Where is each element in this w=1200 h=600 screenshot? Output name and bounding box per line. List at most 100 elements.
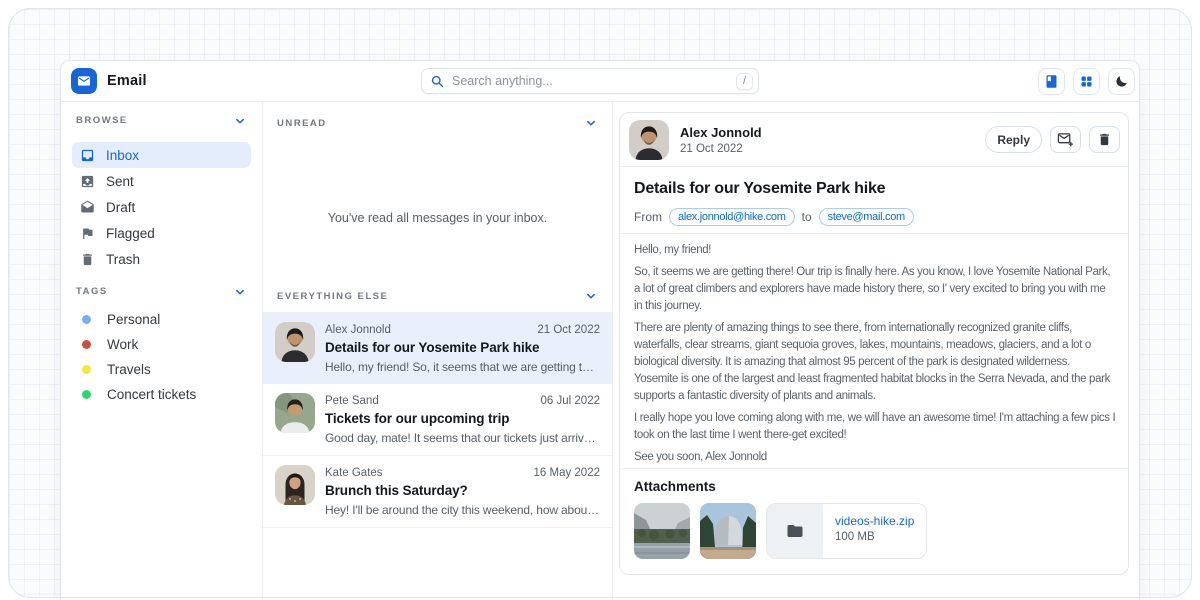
sidebar-item-label: Inbox (106, 148, 139, 163)
email-sender: Pete Sand (325, 395, 379, 407)
chevron-down-icon[interactable] (233, 285, 247, 299)
avatar (629, 120, 669, 160)
email-item-content: Kate Gates 16 May 2022 Brunch this Satur… (325, 465, 600, 527)
notebook-button[interactable] (1038, 68, 1065, 95)
everything-else-section-header[interactable]: EVERYTHING ELSE (263, 277, 612, 312)
main-area: BROWSE Inbox Sent (61, 102, 1139, 600)
avatar (275, 322, 315, 362)
email-app-window: Email Search anything... / (60, 60, 1140, 600)
mail-date: 21 Oct 2022 (680, 143, 762, 155)
sidebar-item-sent[interactable]: Sent (72, 168, 251, 194)
tag-dot (82, 365, 91, 374)
tags-section-header[interactable]: TAGS (72, 285, 251, 298)
email-snippet: Hello, my friend! So, it seems that we a… (325, 360, 600, 374)
mail-body: Hello, my friend! So, it seems we are ge… (620, 234, 1128, 468)
email-date: 16 May 2022 (534, 467, 601, 479)
sender-name: Alex Jonnold (680, 125, 762, 140)
email-sender: Kate Gates (325, 467, 383, 479)
tag-label: Travels (107, 362, 151, 377)
email-subject: Tickets for our upcoming trip (325, 411, 600, 426)
tag-item-travels[interactable]: Travels (72, 357, 251, 382)
attachment-photo-valley[interactable] (634, 503, 690, 559)
sidebar-item-inbox[interactable]: Inbox (72, 142, 251, 168)
dark-mode-button[interactable] (1108, 68, 1135, 95)
tag-item-personal[interactable]: Personal (72, 307, 251, 332)
folder-nav: Inbox Sent Draft (72, 142, 251, 272)
tag-dot (82, 315, 91, 324)
browse-section-header[interactable]: BROWSE (72, 114, 251, 127)
flag-icon (80, 226, 95, 241)
avatar (275, 465, 315, 505)
file-meta: videos-hike.zip 100 MB (823, 504, 926, 558)
empty-inbox-message: You've read all messages in your inbox. (263, 136, 612, 277)
mail-title-section: Details for our Yosemite Park hike From … (620, 167, 1128, 233)
chevron-down-icon[interactable] (584, 289, 598, 303)
mail-detail-card: Alex Jonnold 21 Oct 2022 Reply (619, 112, 1129, 575)
email-item-content: Pete Sand 06 Jul 2022 Tickets for our up… (325, 393, 600, 455)
apps-button[interactable] (1073, 68, 1100, 95)
mail-plus-icon (1057, 131, 1074, 148)
email-item-content: Alex Jonnold 21 Oct 2022 Details for our… (325, 322, 600, 383)
mail-detail-header: Alex Jonnold 21 Oct 2022 Reply (620, 113, 1128, 166)
mail-paragraph: I really hope you love coming along with… (634, 410, 1116, 444)
sidebar-item-draft[interactable]: Draft (72, 194, 251, 220)
mail-actions: Reply (985, 126, 1120, 153)
mail-subject-title: Details for our Yosemite Park hike (634, 180, 1114, 198)
email-date: 21 Oct 2022 (537, 324, 600, 336)
topbar-actions (1038, 68, 1135, 95)
app-title: Email (107, 73, 147, 89)
email-snippet: Hey! I'll be around the city this weeken… (325, 503, 600, 517)
from-email-chip[interactable]: alex.jonnold@hike.com (669, 208, 795, 226)
search-input[interactable]: Search anything... / (421, 68, 759, 94)
mail-paragraph: Hello, my friend! (634, 242, 1116, 259)
from-to-row: From alex.jonnold@hike.com to steve@mail… (634, 208, 1114, 226)
notebook-icon (1044, 74, 1059, 89)
sidebar-item-trash[interactable]: Trash (72, 246, 251, 272)
folder-icon (786, 522, 804, 540)
file-size: 100 MB (835, 531, 914, 543)
delete-button[interactable] (1089, 126, 1120, 153)
tag-dot (82, 390, 91, 399)
apps-grid-icon (1079, 74, 1094, 89)
sidebar-item-label: Sent (106, 174, 134, 189)
tag-list: Personal Work Travels Concert tickets (72, 307, 251, 407)
email-list-item[interactable]: Pete Sand 06 Jul 2022 Tickets for our up… (263, 384, 612, 456)
trash-icon (1097, 132, 1112, 147)
tag-item-concert-tickets[interactable]: Concert tickets (72, 382, 251, 407)
browse-label: BROWSE (76, 115, 128, 126)
email-list-item[interactable]: Kate Gates 16 May 2022 Brunch this Satur… (263, 456, 612, 528)
search-placeholder: Search anything... (452, 74, 729, 88)
reply-button[interactable]: Reply (985, 126, 1042, 153)
email-subject: Details for our Yosemite Park hike (325, 340, 600, 355)
attachments-section: Attachments (620, 469, 1128, 569)
tag-item-work[interactable]: Work (72, 332, 251, 357)
file-name[interactable]: videos-hike.zip (835, 514, 914, 528)
mail-paragraph: So, it seems we are getting there! Our t… (634, 264, 1116, 315)
email-date: 06 Jul 2022 (541, 395, 600, 407)
chevron-down-icon[interactable] (233, 114, 247, 128)
attachments-row: videos-hike.zip 100 MB (634, 503, 1114, 559)
sidebar-item-flagged[interactable]: Flagged (72, 220, 251, 246)
mail-list-column: UNREAD You've read all messages in your … (263, 102, 613, 600)
search-icon (430, 74, 445, 89)
attachments-label: Attachments (634, 479, 1114, 494)
tag-label: Work (107, 337, 138, 352)
attachment-file-card[interactable]: videos-hike.zip 100 MB (766, 503, 927, 559)
everything-else-label: EVERYTHING ELSE (277, 291, 388, 302)
forward-mail-button[interactable] (1050, 126, 1081, 153)
to-email-chip[interactable]: steve@mail.com (819, 208, 914, 226)
attachment-photo-half-dome[interactable] (700, 503, 756, 559)
email-list-item[interactable]: Alex Jonnold 21 Oct 2022 Details for our… (263, 312, 612, 384)
from-label: From (634, 210, 662, 224)
trash-icon (80, 252, 95, 267)
tags-label: TAGS (76, 286, 108, 297)
sidebar: BROWSE Inbox Sent (61, 102, 263, 600)
unread-section-header[interactable]: UNREAD (263, 102, 612, 136)
sidebar-item-label: Trash (106, 252, 140, 267)
avatar (275, 393, 315, 433)
drafts-icon (80, 200, 95, 215)
unread-label: UNREAD (277, 118, 327, 129)
app-logo (71, 68, 97, 94)
chevron-down-icon[interactable] (584, 116, 598, 130)
sidebar-item-label: Draft (106, 200, 135, 215)
